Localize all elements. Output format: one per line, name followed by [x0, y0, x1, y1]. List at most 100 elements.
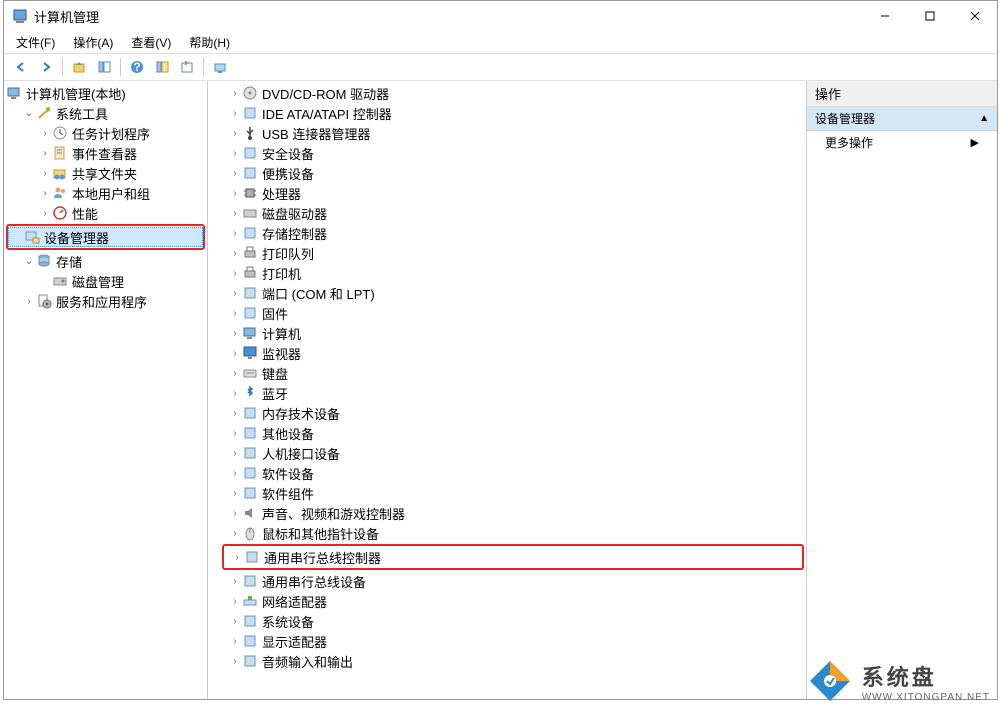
- device-label: 打印机: [262, 264, 301, 283]
- window-title: 计算机管理: [34, 7, 862, 26]
- tree-system-tools[interactable]: ⌄ 系统工具: [6, 103, 205, 123]
- device-item[interactable]: › 安全设备: [210, 143, 804, 163]
- caret-right-icon: ›: [228, 508, 242, 519]
- tree-label: 系统工具: [56, 104, 108, 123]
- tree-event-viewer[interactable]: › 事件查看器: [6, 143, 205, 163]
- actions-section[interactable]: 设备管理器 ▲: [807, 107, 997, 131]
- device-mgr-icon: [24, 229, 40, 245]
- device-item[interactable]: › 监视器: [210, 343, 804, 363]
- device-item[interactable]: › 音频输入和输出: [210, 651, 804, 671]
- section-label: 设备管理器: [815, 110, 875, 127]
- caret-right-icon: ›: [228, 108, 242, 119]
- ide-icon: [242, 105, 258, 121]
- tree-shared-folders[interactable]: › 共享文件夹: [6, 163, 205, 183]
- close-button[interactable]: [952, 1, 997, 31]
- device-label: 通用串行总线控制器: [264, 548, 381, 567]
- device-label: 系统设备: [262, 612, 314, 631]
- more-actions[interactable]: 更多操作 ▶: [807, 131, 997, 154]
- monitor-icon: [242, 345, 258, 361]
- device-item[interactable]: › 存储控制器: [210, 223, 804, 243]
- app-icon: [12, 8, 28, 24]
- left-tree-panel[interactable]: 计算机管理(本地) ⌄ 系统工具 › 任务计划程序 › 事件查看器 › 共享文件…: [4, 81, 208, 699]
- device-item[interactable]: › 软件设备: [210, 463, 804, 483]
- properties-button[interactable]: [151, 56, 173, 78]
- caret-right-icon: ›: [228, 388, 242, 399]
- device-label: 计算机: [262, 324, 301, 343]
- device-item[interactable]: › 便携设备: [210, 163, 804, 183]
- device-item[interactable]: › 显示适配器: [210, 631, 804, 651]
- device-item[interactable]: › 计算机: [210, 323, 804, 343]
- device-item[interactable]: › 软件组件: [210, 483, 804, 503]
- device-item[interactable]: › 键盘: [210, 363, 804, 383]
- show-hide-button[interactable]: [93, 56, 115, 78]
- computer-icon: [242, 325, 258, 341]
- device-item[interactable]: › 声音、视频和游戏控制器: [210, 503, 804, 523]
- device-item[interactable]: › 磁盘驱动器: [210, 203, 804, 223]
- device-label: 蓝牙: [262, 384, 288, 403]
- tree-label: 事件查看器: [72, 144, 137, 163]
- device-label: 人机接口设备: [262, 444, 340, 463]
- device-label: IDE ATA/ATAPI 控制器: [262, 104, 392, 123]
- tree-services[interactable]: › 服务和应用程序: [6, 291, 205, 311]
- menu-action[interactable]: 操作(A): [69, 32, 117, 53]
- device-item[interactable]: › 打印机: [210, 263, 804, 283]
- tree-device-manager[interactable]: 设备管理器: [8, 227, 203, 247]
- perf-icon: [52, 205, 68, 221]
- device-label: 安全设备: [262, 144, 314, 163]
- device-item[interactable]: › 系统设备: [210, 611, 804, 631]
- disk-icon: [52, 273, 68, 289]
- menubar: 文件(F) 操作(A) 查看(V) 帮助(H): [4, 31, 997, 53]
- tree-task-scheduler[interactable]: › 任务计划程序: [6, 123, 205, 143]
- device-label: 鼠标和其他指针设备: [262, 524, 379, 543]
- minimize-button[interactable]: [862, 1, 907, 31]
- tree-performance[interactable]: › 性能: [6, 203, 205, 223]
- device-item[interactable]: › IDE ATA/ATAPI 控制器: [210, 103, 804, 123]
- log-icon: [52, 145, 68, 161]
- watermark: 系统盘 WWW.XITONGPAN.NET: [806, 657, 990, 705]
- device-item[interactable]: › DVD/CD-ROM 驱动器: [210, 83, 804, 103]
- keyboard-icon: [242, 365, 258, 381]
- system-icon: [242, 613, 258, 629]
- device-item[interactable]: › 内存技术设备: [210, 403, 804, 423]
- device-item[interactable]: › 通用串行总线设备: [210, 571, 804, 591]
- tree-local-users[interactable]: › 本地用户和组: [6, 183, 205, 203]
- device-item[interactable]: › 网络适配器: [210, 591, 804, 611]
- caret-right-icon: ›: [228, 656, 242, 667]
- shared-folder-icon: [52, 165, 68, 181]
- tree-label: 存储: [56, 252, 82, 271]
- device-item[interactable]: › 通用串行总线控制器: [224, 547, 802, 567]
- device-item[interactable]: › 端口 (COM 和 LPT): [210, 283, 804, 303]
- forward-button[interactable]: [35, 56, 57, 78]
- dvd-icon: [242, 85, 258, 101]
- tree-label: 计算机管理(本地): [26, 84, 126, 103]
- other-icon: [242, 425, 258, 441]
- tree-storage[interactable]: ⌄ 存储: [6, 251, 205, 271]
- refresh-button[interactable]: [176, 56, 198, 78]
- app-window: 计算机管理 文件(F) 操作(A) 查看(V) 帮助(H) ? 计算: [3, 0, 998, 700]
- device-item[interactable]: › 打印队列: [210, 243, 804, 263]
- device-item[interactable]: › USB 连接器管理器: [210, 123, 804, 143]
- device-item[interactable]: › 蓝牙: [210, 383, 804, 403]
- tree-root[interactable]: 计算机管理(本地): [6, 83, 205, 103]
- menu-help[interactable]: 帮助(H): [185, 32, 234, 53]
- device-label: 打印队列: [262, 244, 314, 263]
- back-button[interactable]: [10, 56, 32, 78]
- tree-disk-mgmt[interactable]: 磁盘管理: [6, 271, 205, 291]
- help-button[interactable]: ?: [126, 56, 148, 78]
- caret-right-icon: ›: [228, 168, 242, 179]
- device-item[interactable]: › 人机接口设备: [210, 443, 804, 463]
- scan-button[interactable]: [209, 56, 231, 78]
- device-label: 软件设备: [262, 464, 314, 483]
- device-item[interactable]: › 处理器: [210, 183, 804, 203]
- device-list-panel[interactable]: › DVD/CD-ROM 驱动器 › IDE ATA/ATAPI 控制器 › U…: [208, 81, 807, 699]
- menu-file[interactable]: 文件(F): [12, 32, 59, 53]
- up-button[interactable]: [68, 56, 90, 78]
- device-item[interactable]: › 其他设备: [210, 423, 804, 443]
- device-item[interactable]: › 固件: [210, 303, 804, 323]
- port-icon: [242, 285, 258, 301]
- menu-view[interactable]: 查看(V): [127, 32, 175, 53]
- maximize-button[interactable]: [907, 1, 952, 31]
- cpu-icon: [242, 185, 258, 201]
- device-item[interactable]: › 鼠标和其他指针设备: [210, 523, 804, 543]
- portable-icon: [242, 165, 258, 181]
